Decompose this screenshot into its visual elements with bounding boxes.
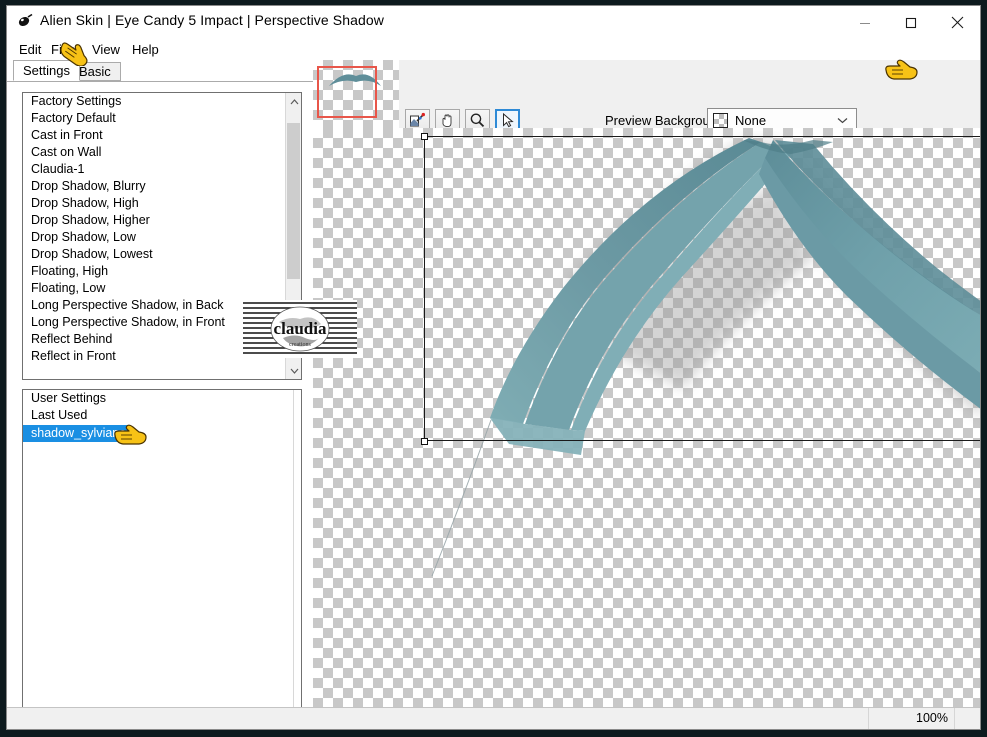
user-setting-item-selected[interactable]: shadow_sylviane <box>23 425 130 442</box>
status-resize-grip[interactable] <box>954 708 980 729</box>
shadow-artwork <box>431 138 980 577</box>
factory-setting-item[interactable]: Drop Shadow, Higher <box>23 212 285 229</box>
tab-underline <box>7 81 313 82</box>
preview-toolbar: Preview Background: None OK Cancel <box>399 60 980 132</box>
selection-handle-top-left[interactable] <box>421 133 428 140</box>
window-title: Alien Skin | Eye Candy 5 Impact | Perspe… <box>40 12 384 28</box>
user-setting-item[interactable]: User Settings <box>23 390 293 407</box>
factory-setting-item[interactable]: Reflect in Front <box>23 348 285 365</box>
navigator-thumbnail[interactable] <box>313 60 399 128</box>
alienskin-logo-icon <box>16 13 34 31</box>
checkerboard-none-swatch <box>713 112 728 128</box>
user-settings-list[interactable]: User Settings Last Used shadow_sylviane <box>22 389 302 719</box>
menu-bar: Edit Filter View Help <box>7 39 980 60</box>
user-setting-item[interactable]: Last Used <box>23 407 293 424</box>
factory-setting-item[interactable]: Drop Shadow, Lowest <box>23 246 285 263</box>
factory-setting-item[interactable]: Claudia-1 <box>23 161 285 178</box>
factory-settings-items: Factory Settings Factory Default Cast in F… <box>23 93 285 379</box>
user-list-scrollbar[interactable] <box>293 390 301 718</box>
selection-handle-bottom-left[interactable] <box>421 438 428 445</box>
user-setting-row[interactable]: shadow_sylviane <box>23 424 293 442</box>
tab-strip: Settings Basic <box>7 60 313 82</box>
factory-settings-list[interactable]: Factory Settings Factory Default Cast in F… <box>22 92 302 380</box>
factory-setting-item[interactable]: Factory Default <box>23 110 285 127</box>
scroll-thumb[interactable] <box>287 122 300 279</box>
preview-pane: Preview Background: None OK Cancel <box>313 60 980 729</box>
factory-setting-item[interactable]: Long Perspective Shadow, in Back <box>23 297 285 314</box>
application-root: Alien Skin | Eye Candy 5 Impact | Perspe… <box>0 0 987 737</box>
preview-background-value: None <box>735 112 767 128</box>
plugin-window: Alien Skin | Eye Candy 5 Impact | Perspe… <box>6 5 981 730</box>
minimize-icon[interactable] <box>842 6 888 39</box>
scroll-down-icon[interactable] <box>286 362 301 379</box>
status-bar: 100% <box>7 707 980 729</box>
factory-setting-item[interactable]: Drop Shadow, Blurry <box>23 178 285 195</box>
factory-setting-item[interactable]: Floating, High <box>23 263 285 280</box>
menu-item-filter[interactable]: Filter <box>49 42 82 57</box>
factory-setting-item[interactable]: Reflect Behind <box>23 331 285 348</box>
factory-list-scrollbar[interactable] <box>285 93 301 379</box>
scroll-up-icon[interactable] <box>286 93 301 110</box>
close-icon[interactable] <box>934 6 980 39</box>
factory-setting-item[interactable]: Drop Shadow, Low <box>23 229 285 246</box>
maximize-icon[interactable] <box>888 6 934 39</box>
tab-settings[interactable]: Settings <box>13 60 80 81</box>
status-zoom-cell <box>868 708 954 729</box>
menu-item-help[interactable]: Help <box>130 42 161 57</box>
user-setting-row[interactable]: Last Used <box>23 407 293 424</box>
window-controls <box>842 6 980 39</box>
factory-setting-item[interactable]: Cast in Front <box>23 127 285 144</box>
factory-setting-item[interactable]: Cast on Wall <box>23 144 285 161</box>
factory-setting-item[interactable]: Floating, Low <box>23 280 285 297</box>
chevron-down-icon[interactable] <box>837 111 848 129</box>
title-bar: Alien Skin | Eye Candy 5 Impact | Perspe… <box>7 6 980 39</box>
factory-setting-item[interactable]: Drop Shadow, High <box>23 195 285 212</box>
menu-item-edit[interactable]: Edit <box>17 42 43 57</box>
user-settings-items: User Settings Last Used shadow_sylviane <box>23 390 293 718</box>
preview-canvas[interactable] <box>313 128 980 729</box>
factory-setting-item[interactable]: Long Perspective Shadow, in Front <box>23 314 285 331</box>
navigator-viewport[interactable] <box>317 66 377 118</box>
factory-setting-item[interactable]: Factory Settings <box>23 93 285 110</box>
user-setting-row[interactable]: User Settings <box>23 390 293 407</box>
settings-panel: Settings Basic Factory Settings Factory D… <box>7 60 313 719</box>
menu-item-view[interactable]: View <box>90 42 122 57</box>
